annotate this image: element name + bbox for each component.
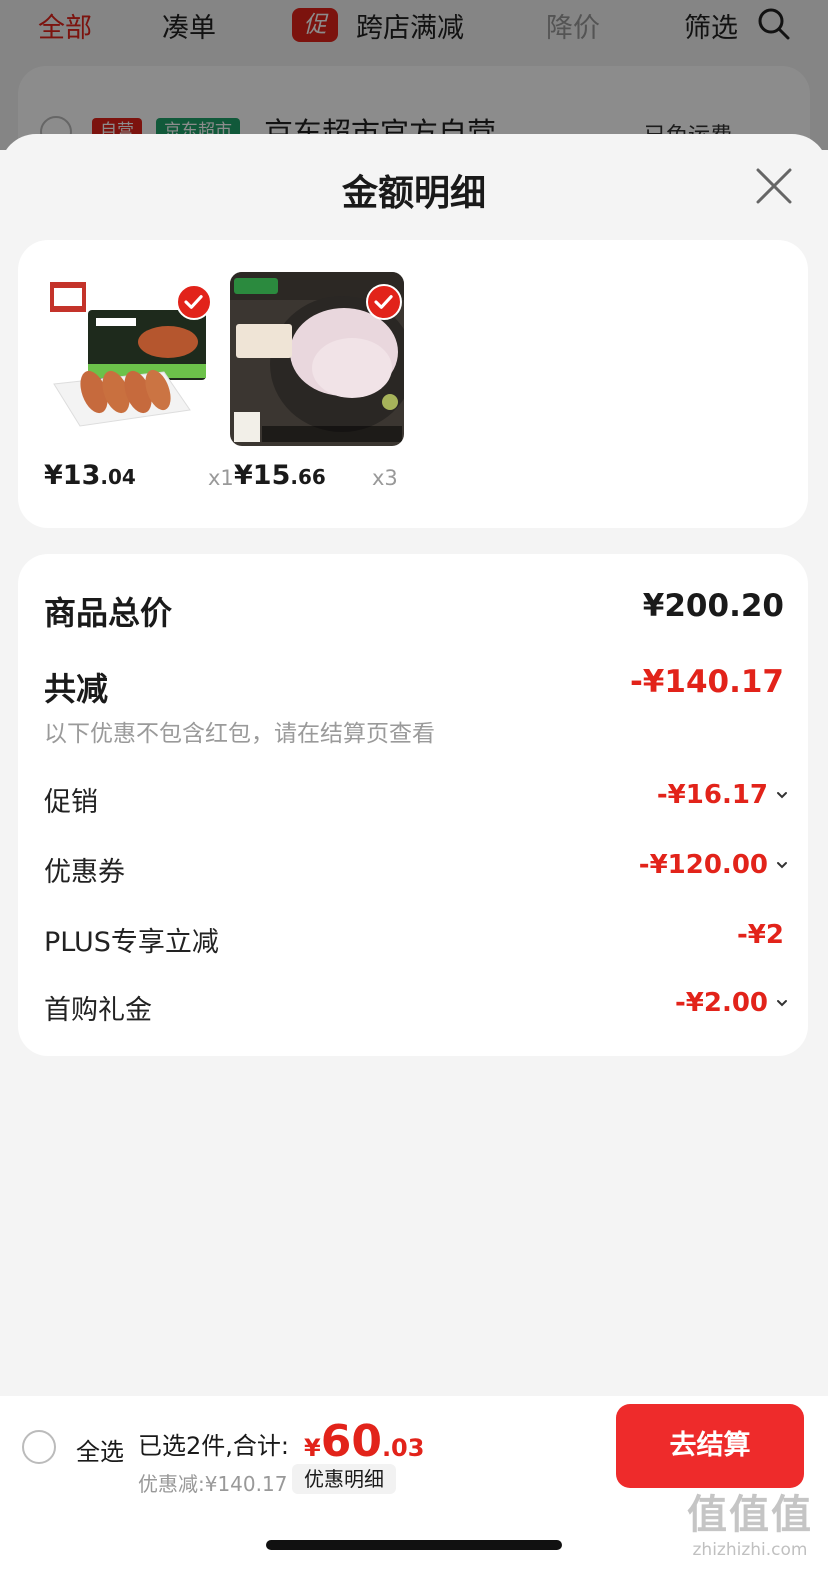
amount-detail-sheet: 金额明细 ¥13.04 x1 ¥15.66 x3 商品总价 ¥200.20 共减… <box>0 134 828 1396</box>
sheet-title: 金额明细 <box>341 173 486 214</box>
background-page: 全部 凑单 促 跨店满减 降价 筛选 自营 京东超市 京东超市官方自营 已免运费 <box>0 0 828 186</box>
checkmark-icon[interactable] <box>366 284 402 320</box>
total-reduction-value: -¥140.17 <box>629 664 784 700</box>
products-card: ¥13.04 x1 ¥15.66 x3 <box>18 240 808 528</box>
discount-detail-button[interactable]: 优惠明细 <box>292 1464 396 1494</box>
discount-summary: 优惠减:¥140.17 <box>138 1472 288 1496</box>
price-summary-card: 商品总价 ¥200.20 共减 -¥140.17 以下优惠不包含红包，请在结算页… <box>18 554 808 1056</box>
checkout-button[interactable]: 去结算 <box>616 1404 804 1488</box>
home-indicator[interactable] <box>266 1540 562 1550</box>
product-quantity: x3 <box>372 466 398 490</box>
chevron-down-icon[interactable] <box>776 997 788 1009</box>
first-purchase-value: -¥2.00 <box>675 988 787 1018</box>
checkout-bar: 全选 已选2件,合计: ¥60.03 优惠减:¥140.17 优惠明细 去结算 … <box>0 1396 828 1572</box>
checkmark-icon[interactable] <box>176 284 212 320</box>
first-purchase-label: 首购礼金 <box>44 995 152 1026</box>
select-all-radio[interactable] <box>22 1430 56 1464</box>
modal-overlay[interactable] <box>0 0 828 150</box>
coupon-value: -¥120.00 <box>639 850 787 880</box>
product-price: ¥15.66 <box>234 460 326 491</box>
promotion-value: -¥16.17 <box>657 780 787 810</box>
total-reduction-label: 共减 <box>44 670 109 708</box>
selected-count-label: 已选2件,合计: <box>138 1432 289 1460</box>
total-price-value: ¥200.20 <box>642 588 784 624</box>
reduction-note: 以下优惠不包含红包，请在结算页查看 <box>44 721 435 747</box>
watermark: 值值值 zhizhizhi.com <box>676 1482 824 1560</box>
plus-discount-label: PLUS专享立减 <box>44 927 219 958</box>
total-price-label: 商品总价 <box>44 594 173 632</box>
product-price: ¥13.04 <box>44 460 136 491</box>
select-all-label[interactable]: 全选 <box>76 1432 124 1467</box>
pork-tripe-product-image <box>230 272 404 446</box>
close-icon[interactable] <box>754 166 794 206</box>
watermark-url: zhizhizhi.com <box>692 1540 808 1560</box>
coupon-label: 优惠券 <box>44 857 125 888</box>
plus-discount-value: -¥2 <box>737 920 784 950</box>
total-amount: ¥60.03 <box>304 1416 425 1467</box>
product-quantity: x1 <box>208 466 234 490</box>
promotion-label: 促销 <box>44 787 98 818</box>
chevron-down-icon[interactable] <box>776 789 788 801</box>
sausage-product-image <box>40 272 214 446</box>
watermark-logo: 值值值 <box>687 1492 813 1538</box>
chevron-down-icon[interactable] <box>776 859 788 871</box>
